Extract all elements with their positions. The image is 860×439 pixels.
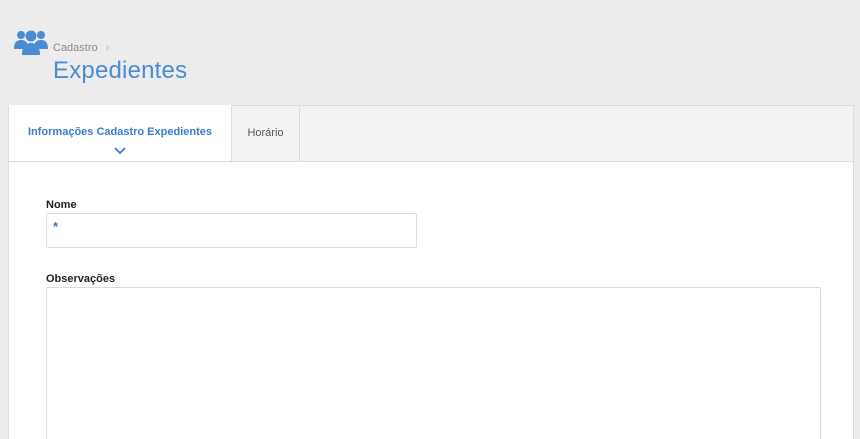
nome-input[interactable]: * bbox=[46, 213, 417, 248]
users-icon bbox=[14, 30, 48, 55]
observacoes-textarea[interactable] bbox=[46, 287, 821, 439]
breadcrumb-item-cadastro[interactable]: Cadastro bbox=[53, 42, 98, 54]
nome-label: Nome bbox=[46, 199, 77, 211]
tab-label: Informações Cadastro Expedientes bbox=[27, 126, 212, 138]
observacoes-label: Observações bbox=[46, 273, 116, 285]
required-marker: * bbox=[53, 219, 59, 234]
form-card: Informações Cadastro Expedientes Horário… bbox=[8, 105, 854, 439]
tab-bar: Informações Cadastro Expedientes Horário bbox=[9, 105, 853, 162]
page-title: Expedientes bbox=[53, 57, 188, 84]
chevron-down-icon bbox=[114, 147, 126, 155]
tab-horario[interactable]: Horário bbox=[232, 105, 300, 161]
page: Cadastro › Expedientes Informações Cadast… bbox=[0, 0, 860, 439]
tab-informacoes-cadastro-expedientes[interactable]: Informações Cadastro Expedientes bbox=[9, 105, 232, 161]
page-header: Cadastro › Expedientes bbox=[0, 0, 860, 105]
tab-label: Horário bbox=[247, 127, 284, 139]
breadcrumb: Cadastro › bbox=[53, 42, 109, 54]
breadcrumb-separator: › bbox=[105, 42, 110, 54]
